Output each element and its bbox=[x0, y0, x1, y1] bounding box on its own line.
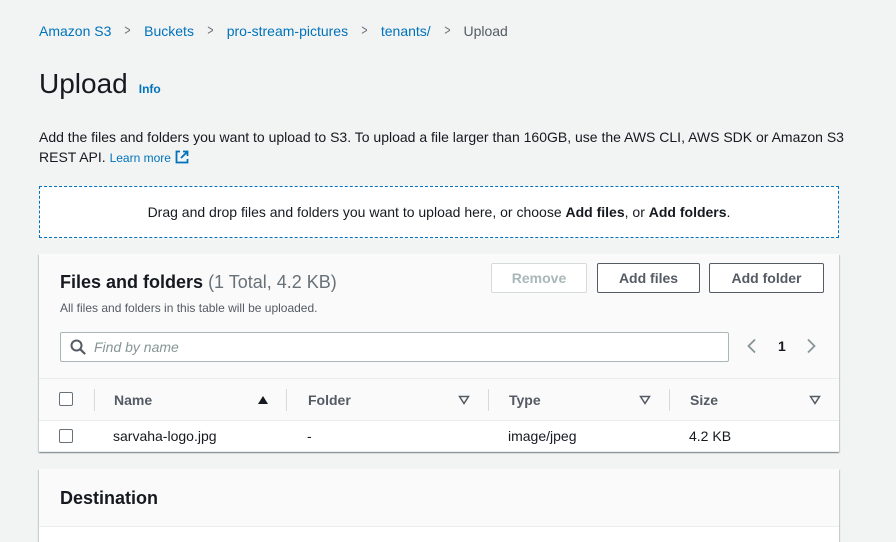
files-and-folders-panel: Files and folders (1 Total, 4.2 KB) All … bbox=[39, 254, 839, 452]
breadcrumb-amazon-s3[interactable]: Amazon S3 bbox=[39, 23, 111, 39]
column-divider bbox=[286, 389, 287, 411]
select-all-checkbox[interactable] bbox=[59, 392, 73, 406]
info-link[interactable]: Info bbox=[139, 82, 161, 96]
table-header: Name Folder Type Size bbox=[39, 378, 839, 421]
chevron-right-icon: > bbox=[361, 22, 368, 39]
table-row: sarvaha-logo.jpg - image/jpeg 4.2 KB bbox=[39, 421, 839, 452]
panel-header: Files and folders (1 Total, 4.2 KB) All … bbox=[39, 254, 839, 378]
current-page[interactable]: 1 bbox=[778, 338, 786, 354]
breadcrumb-bucket[interactable]: pro-stream-pictures bbox=[227, 23, 348, 39]
chevron-right-icon: > bbox=[124, 22, 131, 39]
breadcrumb: Amazon S3 > Buckets > pro-stream-picture… bbox=[39, 22, 508, 39]
remove-button[interactable]: Remove bbox=[491, 263, 587, 293]
breadcrumb-folder[interactable]: tenants/ bbox=[381, 23, 431, 39]
add-files-button[interactable]: Add files bbox=[597, 263, 700, 293]
page-title: Upload bbox=[39, 68, 128, 99]
search-icon bbox=[70, 339, 86, 355]
column-divider bbox=[669, 389, 670, 411]
column-divider bbox=[94, 389, 95, 411]
column-header-folder[interactable]: Folder bbox=[308, 379, 458, 421]
learn-more-link[interactable]: Learn more bbox=[109, 150, 189, 165]
destination-panel: Destination bbox=[39, 469, 839, 542]
panel-title: Files and folders (1 Total, 4.2 KB) bbox=[60, 272, 337, 292]
breadcrumb-buckets[interactable]: Buckets bbox=[144, 23, 194, 39]
chevron-right-icon[interactable] bbox=[805, 338, 817, 354]
files-count: (1 Total, 4.2 KB) bbox=[208, 272, 337, 292]
search-box bbox=[60, 332, 729, 362]
chevron-left-icon[interactable] bbox=[746, 338, 758, 354]
sort-descending-icon[interactable] bbox=[639, 395, 651, 405]
panel-subtitle: All files and folders in this table will… bbox=[60, 301, 318, 315]
sort-descending-icon[interactable] bbox=[458, 395, 470, 405]
row-checkbox[interactable] bbox=[59, 429, 73, 443]
cell-name: sarvaha-logo.jpg bbox=[113, 428, 217, 444]
breadcrumb-current: Upload bbox=[463, 22, 508, 39]
chevron-right-icon: > bbox=[444, 22, 451, 39]
cell-type: image/jpeg bbox=[508, 428, 577, 444]
column-divider bbox=[488, 389, 489, 411]
destination-title: Destination bbox=[60, 488, 159, 508]
cell-folder: - bbox=[307, 428, 312, 444]
dropzone-text: Drag and drop files and folders you want… bbox=[147, 204, 731, 220]
pagination: 1 bbox=[746, 338, 817, 354]
external-link-icon bbox=[175, 150, 189, 164]
page-description: Add the files and folders you want to up… bbox=[39, 127, 849, 168]
column-header-size[interactable]: Size bbox=[690, 379, 820, 421]
column-header-type[interactable]: Type bbox=[509, 379, 639, 421]
chevron-right-icon: > bbox=[207, 22, 214, 39]
upload-dropzone[interactable]: Drag and drop files and folders you want… bbox=[39, 186, 839, 238]
cell-size: 4.2 KB bbox=[689, 428, 732, 444]
sort-ascending-icon[interactable] bbox=[257, 395, 269, 405]
add-folder-button[interactable]: Add folder bbox=[709, 263, 824, 293]
learn-more-label: Learn more bbox=[109, 151, 171, 165]
sort-descending-icon[interactable] bbox=[809, 395, 821, 405]
search-input[interactable] bbox=[94, 339, 694, 355]
page-header: Upload Info bbox=[39, 68, 161, 100]
destination-body bbox=[39, 527, 839, 542]
